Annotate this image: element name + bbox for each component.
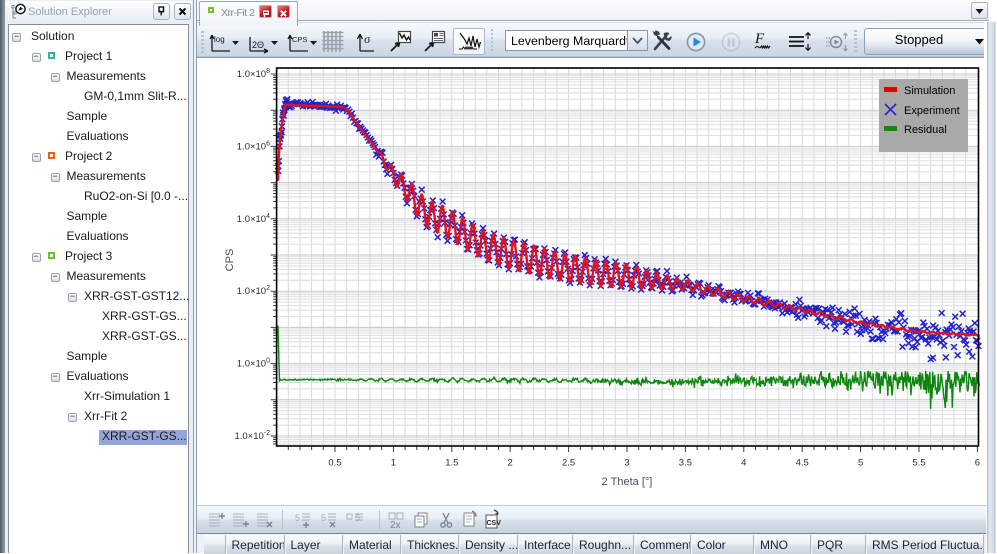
svg-text:CPS: CPS [292, 35, 307, 44]
svg-text:2x: 2x [390, 520, 401, 531]
svg-text:4.5: 4.5 [796, 458, 809, 469]
svg-text:2: 2 [508, 458, 513, 469]
svg-text:1.5: 1.5 [445, 458, 458, 469]
svg-text:1.0×106: 1.0×106 [237, 140, 270, 152]
svg-text:2.5: 2.5 [562, 458, 575, 469]
svg-text:0.5: 0.5 [328, 458, 341, 469]
svg-text:CPS: CPS [224, 249, 236, 272]
svg-text:1.0×100: 1.0×100 [237, 358, 270, 370]
svg-text:5.5: 5.5 [912, 458, 925, 469]
svg-text:3.5: 3.5 [679, 458, 692, 469]
svg-text:2Θ: 2Θ [252, 40, 264, 50]
svg-text:σ: σ [364, 32, 371, 46]
svg-text:1.0×104: 1.0×104 [237, 213, 270, 225]
svg-text:5: 5 [295, 513, 300, 523]
svg-text:Residual: Residual [904, 124, 947, 136]
svg-text:F: F [754, 31, 765, 47]
svg-text:CSV: CSV [487, 520, 502, 527]
svg-text:1.0×102: 1.0×102 [237, 285, 270, 297]
svg-text:4: 4 [741, 458, 746, 469]
svg-text:1.0×108: 1.0×108 [237, 68, 270, 80]
svg-text:Experiment: Experiment [904, 105, 960, 117]
svg-text:1.0×10-2: 1.0×10-2 [234, 430, 270, 442]
svg-text:2 Theta [°]: 2 Theta [°] [602, 476, 653, 488]
svg-text:log: log [214, 35, 225, 44]
svg-text:5: 5 [321, 513, 326, 523]
svg-text:3: 3 [624, 458, 629, 469]
svg-text:Simulation: Simulation [904, 85, 955, 97]
svg-text:6: 6 [975, 458, 980, 469]
svg-text:5: 5 [858, 458, 863, 469]
svg-text:1: 1 [391, 458, 396, 469]
